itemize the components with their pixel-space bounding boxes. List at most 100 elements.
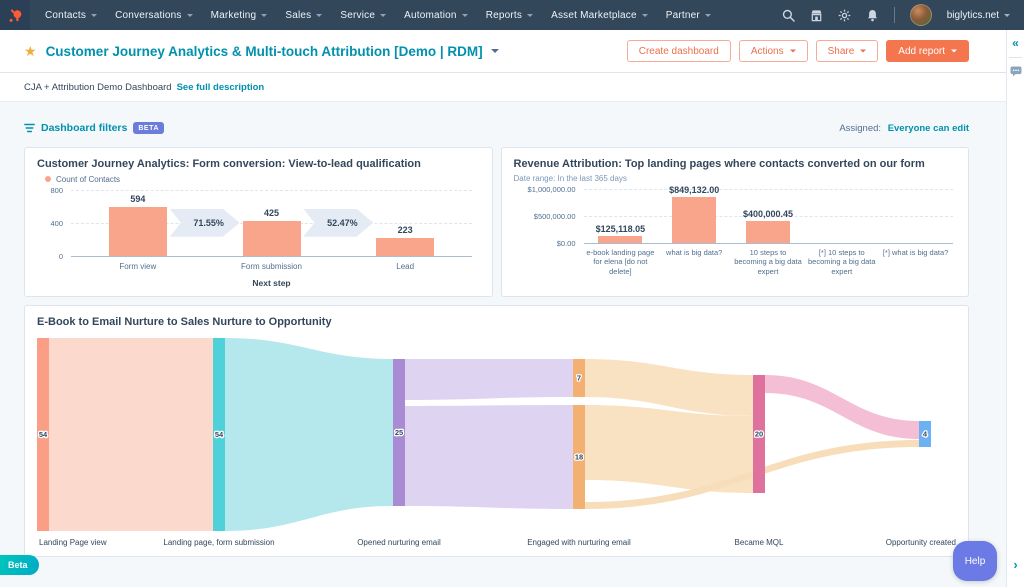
nav-item-label: Partner	[666, 10, 700, 21]
nav-item-partner[interactable]: Partner	[657, 0, 720, 30]
chevron-down-icon	[380, 14, 386, 20]
bar-value-label: $400,000.45	[731, 209, 805, 219]
sankey-node-value: 25	[395, 428, 403, 437]
nav-item-automation[interactable]: Automation	[395, 0, 477, 30]
page-header: ★ Customer Journey Analytics & Multi-tou…	[0, 30, 1007, 102]
sankey-diagram: 545425718204	[37, 336, 956, 536]
sankey-column-labels: Landing Page viewLanding page, form subm…	[37, 538, 956, 552]
chevron-down-icon	[527, 14, 533, 20]
header-actions: Create dashboard Actions Share Add repor…	[627, 40, 969, 62]
favorite-star-icon[interactable]: ★	[24, 43, 37, 60]
sankey-flow[interactable]	[405, 405, 573, 509]
x-axis-category-label: e-book landing page for elena [do not de…	[586, 248, 656, 276]
report-title: Revenue Attribution: Top landing pages w…	[514, 158, 957, 172]
nav-item-reports[interactable]: Reports	[477, 0, 542, 30]
nav-item-contacts[interactable]: Contacts	[36, 0, 106, 30]
beta-badge: BETA	[133, 122, 164, 134]
sankey-flow[interactable]	[49, 338, 213, 531]
chevron-down-icon	[860, 50, 866, 56]
add-report-button[interactable]: Add report	[886, 40, 969, 62]
gridline	[584, 243, 953, 244]
gridline	[584, 189, 953, 190]
revenue-bar[interactable]	[672, 197, 716, 243]
account-name: biglytics.net	[947, 10, 999, 21]
chevron-down-icon	[462, 14, 468, 20]
actions-button[interactable]: Actions	[739, 40, 808, 62]
add-report-label: Add report	[898, 46, 945, 57]
hubspot-logo[interactable]	[0, 0, 30, 30]
gridline	[71, 256, 472, 257]
sankey-column-label: Landing page, form submission	[163, 538, 274, 547]
notifications-bell-icon[interactable]	[866, 9, 879, 22]
funnel-bar[interactable]	[376, 238, 434, 256]
dashboard-description: CJA + Attribution Demo Dashboard	[24, 82, 172, 93]
nav-divider	[894, 7, 895, 23]
report-card-funnel: Customer Journey Analytics: Form convers…	[24, 147, 493, 297]
report-title: Customer Journey Analytics: Form convers…	[37, 158, 480, 172]
dashboard-filters-toggle[interactable]: Dashboard filters BETA	[24, 122, 164, 134]
collapse-panel-icon[interactable]: «	[1007, 37, 1024, 49]
y-axis-tick-label: 400	[37, 219, 63, 228]
nav-item-sales[interactable]: Sales	[276, 0, 331, 30]
nav-item-service[interactable]: Service	[331, 0, 395, 30]
chevron-down-icon	[261, 14, 267, 20]
dashboard-content: Dashboard filters BETA Assigned: Everyon…	[0, 118, 1007, 557]
sankey-node-value: 7	[577, 373, 581, 382]
share-button[interactable]: Share	[816, 40, 879, 62]
legend-dot	[45, 176, 51, 182]
assigned-everyone-can-edit-link[interactable]: Everyone can edit	[888, 123, 969, 134]
help-button[interactable]: Help	[953, 541, 997, 581]
expand-panel-icon[interactable]: ›	[1007, 558, 1024, 571]
nav-item-label: Conversations	[115, 10, 182, 21]
sankey-node-value: 54	[39, 430, 48, 439]
nav-item-conversations[interactable]: Conversations	[106, 0, 202, 30]
title-dropdown-caret[interactable]	[491, 49, 499, 57]
funnel-chart: 8004000594Form view425Form submission223…	[37, 190, 480, 294]
sankey-column-label: Became MQL	[735, 538, 784, 547]
revenue-bar[interactable]	[598, 236, 642, 243]
sprocket-icon	[7, 7, 24, 24]
app-window: Contacts Conversations Marketing Sales Servi…	[0, 0, 1024, 587]
funnel-bar[interactable]	[243, 221, 301, 256]
filter-icon	[24, 123, 35, 133]
see-full-description-link[interactable]: See full description	[177, 82, 265, 93]
page-title: Customer Journey Analytics & Multi-touch…	[46, 44, 483, 59]
sankey-flow[interactable]	[225, 338, 393, 531]
nav-item-label: Marketing	[211, 10, 257, 21]
nav-item-marketing[interactable]: Marketing	[202, 0, 277, 30]
comments-icon[interactable]	[1007, 66, 1024, 77]
bar-value-label: 594	[71, 194, 205, 204]
funnel-bar[interactable]	[109, 207, 167, 256]
chevron-down-icon	[790, 50, 796, 56]
sankey-column-label: Engaged with nurturing email	[527, 538, 631, 547]
x-axis-category-label: [*] what is big data?	[881, 248, 951, 257]
sankey-node-value: 20	[755, 429, 763, 438]
actions-label: Actions	[751, 46, 784, 57]
nav-item-asset-marketplace[interactable]: Asset Marketplace	[542, 0, 657, 30]
avatar[interactable]	[910, 4, 932, 26]
gridline	[71, 190, 472, 191]
sankey-flow[interactable]	[405, 359, 573, 400]
bar-value-label: $849,132.00	[657, 185, 731, 195]
y-axis-tick-label: 800	[37, 186, 63, 195]
sankey-flow[interactable]	[765, 375, 919, 439]
marketplace-icon[interactable]	[810, 9, 823, 22]
nav-item-label: Reports	[486, 10, 522, 21]
nav-item-label: Contacts	[45, 10, 86, 21]
sankey-node-value: 54	[215, 430, 224, 439]
create-dashboard-button[interactable]: Create dashboard	[627, 40, 731, 62]
nav-item-label: Asset Marketplace	[551, 10, 637, 21]
nav-item-label: Service	[340, 10, 375, 21]
create-dashboard-label: Create dashboard	[639, 46, 719, 57]
revenue-bar[interactable]	[746, 221, 790, 243]
y-axis-tick-label: $500,000.00	[514, 212, 576, 221]
x-axis-category-label: Lead	[338, 262, 472, 272]
assigned-label: Assigned:	[839, 123, 881, 134]
x-axis-category-label: Form submission	[205, 262, 339, 272]
dashboard-filters-label: Dashboard filters	[41, 122, 127, 134]
account-menu[interactable]: biglytics.net	[947, 10, 1010, 21]
chevron-down-icon	[91, 14, 97, 20]
beta-tag[interactable]: Beta	[0, 555, 39, 575]
settings-gear-icon[interactable]	[838, 9, 851, 22]
search-icon[interactable]	[782, 9, 795, 22]
